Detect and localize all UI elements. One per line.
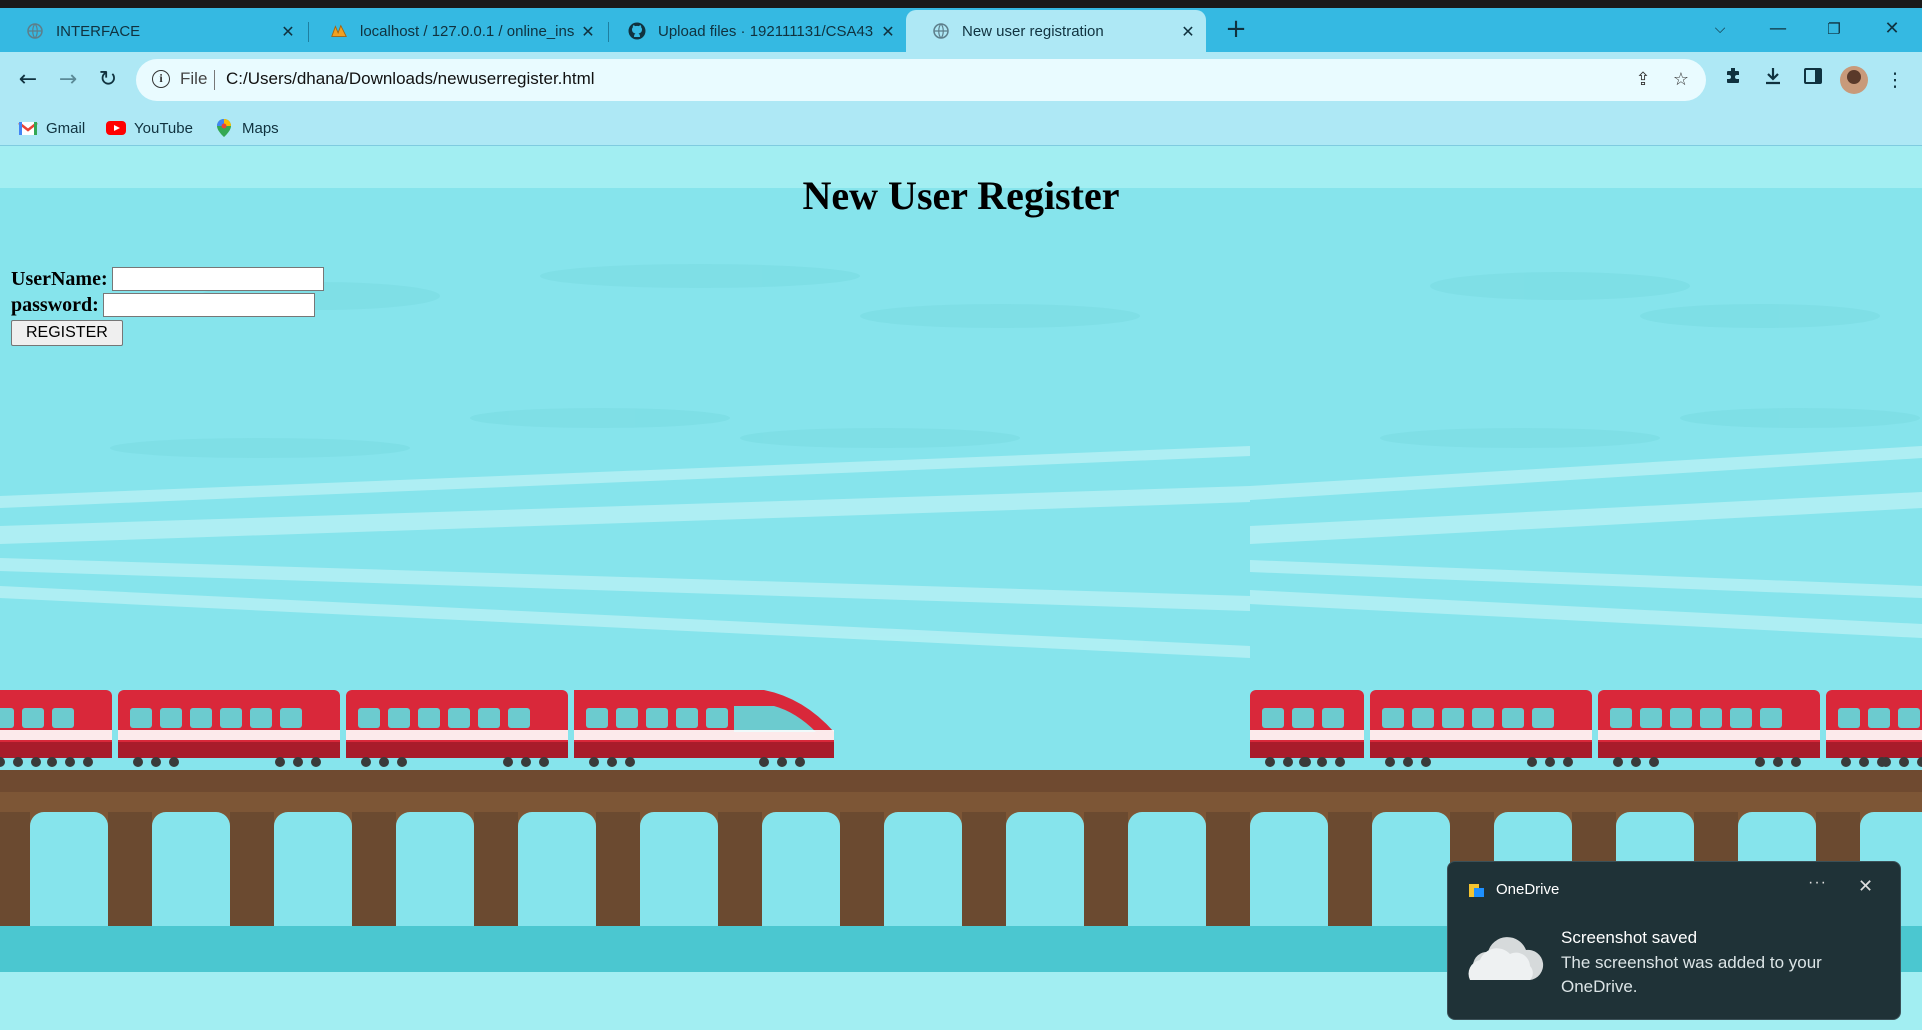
tab-close-icon[interactable]: ✕ bbox=[276, 22, 300, 41]
close-icon[interactable]: ✕ bbox=[1858, 876, 1873, 897]
globe-icon bbox=[932, 22, 950, 40]
notification-title: Screenshot saved bbox=[1561, 928, 1698, 947]
tab-search-icon[interactable]: ⌵ bbox=[1700, 14, 1740, 46]
tab-title: INTERFACE bbox=[56, 22, 141, 40]
address-url[interactable]: C:/Users/dhana/Downloads/newuserregister… bbox=[226, 69, 595, 89]
extensions-icon[interactable] bbox=[1718, 65, 1748, 95]
address-bar[interactable]: i File C:/Users/dhana/Downloads/newuserr… bbox=[136, 59, 1706, 101]
tab-close-icon[interactable]: ✕ bbox=[876, 22, 900, 41]
browser-toolbar: ← → ↻ i File C:/Users/dhana/Downloads/ne… bbox=[0, 52, 1922, 110]
notification-app-name: OneDrive bbox=[1496, 881, 1560, 898]
forward-button[interactable]: → bbox=[52, 64, 84, 96]
tab-title: localhost / 127.0.0.1 / online_ins bbox=[360, 22, 575, 40]
username-input[interactable] bbox=[111, 267, 324, 291]
bookmark-label: Gmail bbox=[46, 119, 86, 137]
onedrive-notification[interactable]: OneDrive ··· ✕ Screenshot saved The scre… bbox=[1447, 861, 1901, 1020]
close-window-button[interactable]: ✕ bbox=[1872, 14, 1912, 46]
bookmark-gmail[interactable]: Gmail bbox=[18, 116, 85, 140]
bookmark-label: Maps bbox=[242, 119, 279, 137]
gmail-icon bbox=[18, 120, 38, 136]
youtube-icon bbox=[106, 120, 126, 136]
back-button[interactable]: ← bbox=[12, 64, 44, 96]
bookmarks-bar: Gmail YouTube Maps bbox=[0, 110, 1922, 146]
star-icon[interactable]: ☆ bbox=[1670, 69, 1692, 91]
side-panel-icon[interactable] bbox=[1798, 65, 1828, 95]
password-row: password: bbox=[11, 292, 324, 318]
address-scheme: File bbox=[180, 69, 208, 88]
profile-avatar[interactable] bbox=[1840, 66, 1868, 94]
bookmark-maps[interactable]: Maps bbox=[214, 116, 279, 140]
tab-phpmyadmin[interactable]: localhost / 127.0.0.1 / online_ins ✕ bbox=[304, 10, 606, 52]
info-icon[interactable]: i bbox=[152, 70, 170, 88]
minimize-button[interactable]: — bbox=[1758, 14, 1798, 46]
menu-icon[interactable]: ⋮ bbox=[1880, 65, 1910, 95]
register-button[interactable]: REGISTER bbox=[11, 320, 123, 346]
restore-button[interactable]: ❐ bbox=[1814, 14, 1854, 46]
globe-icon bbox=[26, 22, 44, 40]
password-input[interactable] bbox=[102, 293, 315, 317]
bookmark-youtube[interactable]: YouTube bbox=[106, 116, 193, 140]
tab-close-icon[interactable]: ✕ bbox=[576, 22, 600, 41]
address-divider bbox=[214, 70, 215, 90]
tab-github[interactable]: Upload files · 192111131/CSA43 ✕ bbox=[602, 10, 906, 52]
page-title: New User Register bbox=[802, 173, 1120, 218]
username-label: UserName: bbox=[11, 267, 108, 290]
notification-message: The screenshot was added to your OneDriv… bbox=[1561, 953, 1822, 996]
tab-title: Upload files · 192111131/CSA43 bbox=[658, 22, 874, 40]
tab-new-user-registration[interactable]: New user registration ✕ bbox=[906, 10, 1206, 52]
register-form: UserName: password: REGISTER bbox=[11, 266, 324, 346]
tab-title: New user registration bbox=[962, 22, 1104, 40]
tab-close-icon[interactable]: ✕ bbox=[1176, 22, 1200, 41]
maps-icon bbox=[214, 119, 234, 137]
onedrive-app-icon bbox=[1468, 882, 1485, 899]
username-row: UserName: bbox=[11, 266, 324, 292]
download-icon[interactable] bbox=[1758, 65, 1788, 95]
bookmark-label: YouTube bbox=[134, 119, 193, 137]
new-tab-button[interactable]: + bbox=[1222, 16, 1250, 44]
share-icon[interactable]: ⇪ bbox=[1632, 69, 1654, 91]
phpmyadmin-icon bbox=[330, 22, 348, 40]
more-options-icon[interactable]: ··· bbox=[1808, 874, 1827, 892]
tab-interface[interactable]: INTERFACE ✕ bbox=[0, 10, 306, 52]
browser-window: INTERFACE ✕ localhost / 127.0.0.1 / onli… bbox=[0, 8, 1922, 1030]
reload-button[interactable]: ↻ bbox=[92, 64, 124, 96]
github-icon bbox=[628, 22, 646, 40]
tab-strip: INTERFACE ✕ localhost / 127.0.0.1 / onli… bbox=[0, 8, 1922, 52]
cloud-icon bbox=[1466, 930, 1546, 986]
password-label: password: bbox=[11, 293, 99, 316]
